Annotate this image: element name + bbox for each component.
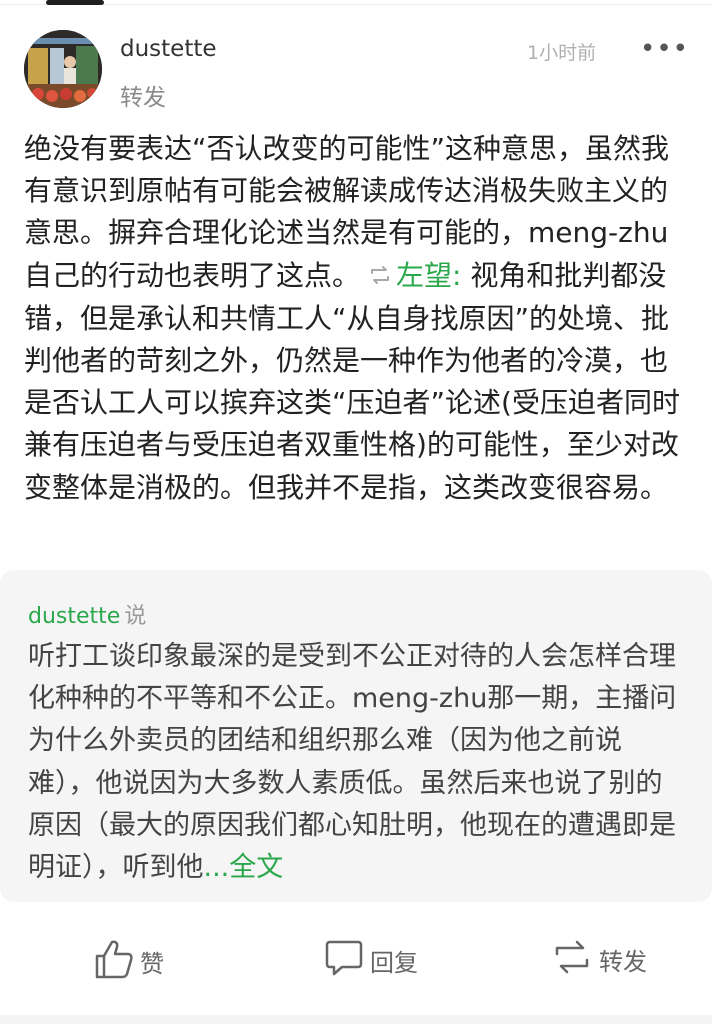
full-text-link[interactable]: ...全文: [204, 852, 284, 883]
quoted-post-text: 听打工谈印象最深的是受到不公正对待的人会怎样合理化种种的不平等和不公正。meng…: [28, 636, 688, 889]
speech-bubble-icon: [324, 938, 364, 982]
tab-indicator: [46, 0, 104, 5]
post-type-label: 转发: [120, 85, 166, 111]
repost-button[interactable]: 转发: [551, 938, 647, 980]
quoted-post[interactable]: dustette 说 听打工谈印象最深的是受到不公正对待的人会怎样合理化种种的不平…: [0, 570, 712, 902]
avatar[interactable]: [24, 30, 102, 108]
top-divider: [0, 4, 712, 5]
post-timestamp: 1小时前: [527, 42, 597, 64]
action-bar: 赞 回复 转发: [0, 938, 712, 998]
more-options-icon[interactable]: •••: [640, 34, 689, 64]
quoted-say-label: 说: [124, 604, 147, 629]
quoted-username[interactable]: dustette: [28, 604, 120, 629]
post-body: 绝没有要表达“否认改变的可能性”这种意思，虽然我有意识到原帖有可能会被解读成传达…: [24, 128, 690, 509]
quoted-post-header: dustette 说: [28, 598, 146, 630]
post-username[interactable]: dustette: [120, 36, 217, 62]
repost-label: 转发: [599, 947, 647, 976]
post-body-text-continued: 视角和批判都没错，但是承认和共情工人“从自身找原因”的处境、批判他者的苛刻之外，…: [24, 258, 680, 504]
reply-label: 回复: [370, 948, 418, 977]
repost-source-user[interactable]: 左望:: [396, 259, 461, 292]
like-label: 赞: [140, 949, 164, 978]
repost-action-icon: [551, 938, 593, 980]
like-button[interactable]: 赞: [94, 938, 164, 984]
bottom-separator: [0, 1015, 712, 1024]
reply-button[interactable]: 回复: [324, 938, 418, 982]
thumbs-up-icon: [94, 938, 134, 984]
repost-icon: [368, 256, 392, 298]
quoted-body: 听打工谈印象最深的是受到不公正对待的人会怎样合理化种种的不平等和不公正。meng…: [28, 641, 677, 884]
